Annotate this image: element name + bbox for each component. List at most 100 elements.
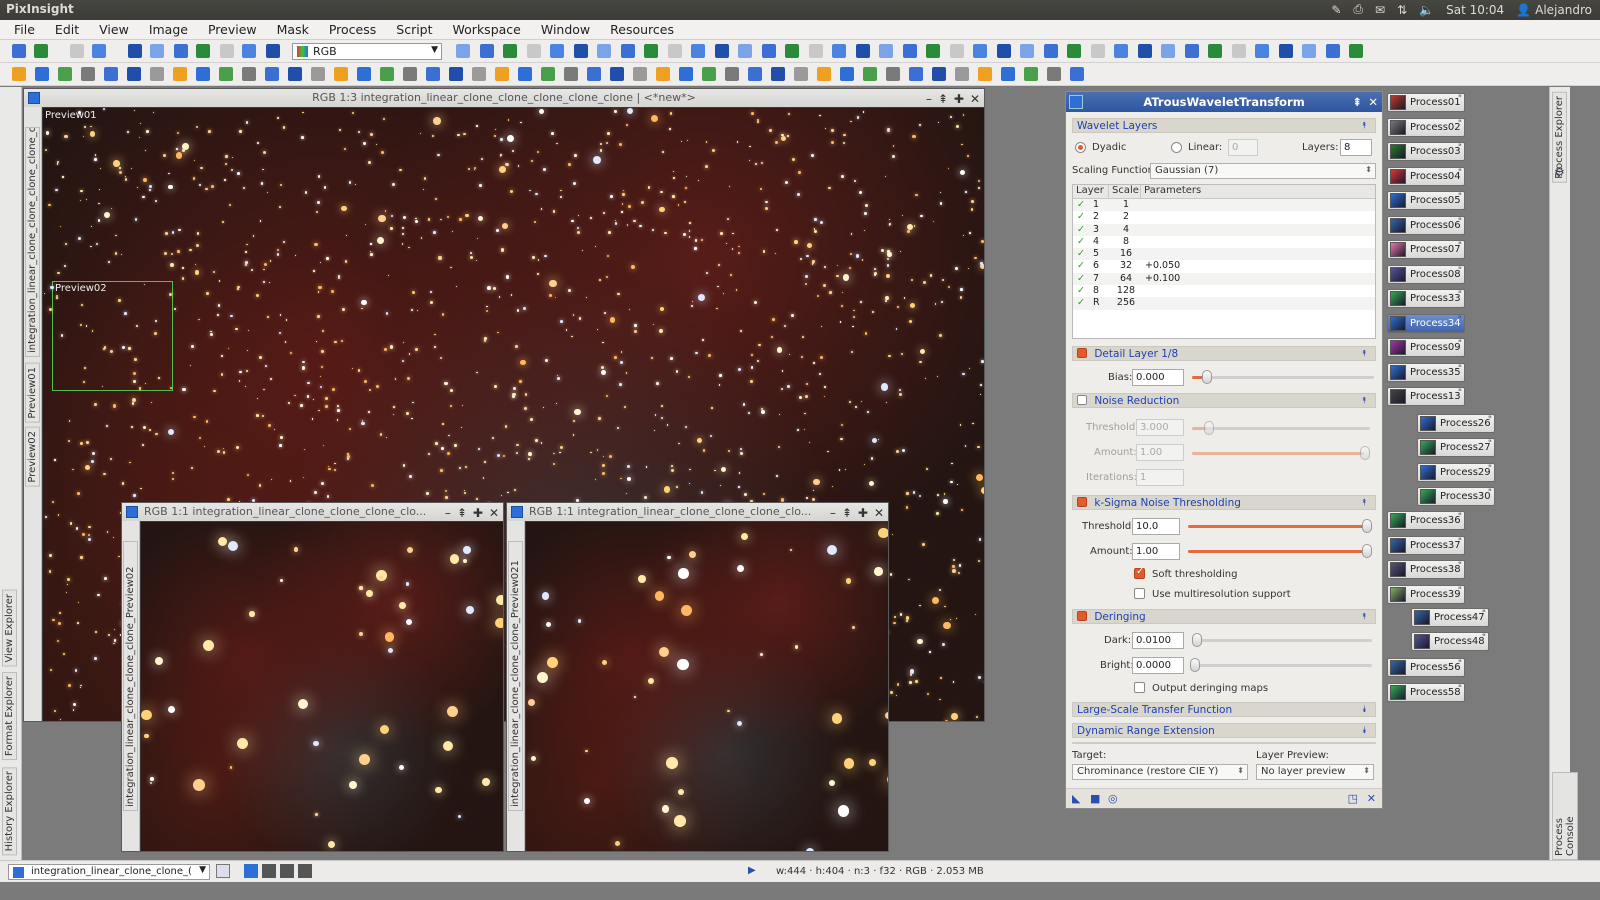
toolbar-tool-icon[interactable] <box>644 44 658 58</box>
nr-threshold-input[interactable]: 3.000 <box>1136 419 1184 436</box>
toolbar-tool-icon[interactable] <box>762 44 776 58</box>
process-icon-process30[interactable]: Process30 " <box>1417 487 1495 506</box>
toolbar-tool-icon[interactable] <box>242 44 256 58</box>
table-row[interactable]: ✓ 7 64 +0.100 <box>1073 272 1375 286</box>
preview-icon[interactable]: ◳ <box>1348 792 1358 805</box>
linear-radio[interactable] <box>1171 142 1182 153</box>
bias-slider-track[interactable] <box>1206 376 1374 379</box>
toolbar-tool-icon[interactable] <box>1326 44 1340 58</box>
collapse-icon[interactable]: ⯭ <box>1362 119 1367 134</box>
toolbar-tool-icon[interactable] <box>738 44 752 58</box>
main-window-titlebar[interactable]: RGB 1:3 integration_linear_clone_clone_c… <box>24 89 984 107</box>
toolbar-tool-icon[interactable] <box>128 44 142 58</box>
new-instance-icon[interactable]: ◣ <box>1072 792 1080 805</box>
layer-enabled-check-icon[interactable]: ✓ <box>1073 248 1093 260</box>
toolbar-tool-icon[interactable] <box>587 67 601 81</box>
toolbar-tool-icon[interactable] <box>1185 44 1199 58</box>
table-row[interactable]: ✓ 3 4 <box>1073 223 1375 236</box>
collapse-icon[interactable]: ⯭ <box>1362 610 1367 625</box>
dark-slider-handle[interactable] <box>1192 633 1202 647</box>
channel-r-button[interactable] <box>262 864 276 878</box>
toolbar-tool-icon[interactable] <box>748 67 762 81</box>
volume-icon[interactable]: 🔈 <box>1419 3 1434 17</box>
toolbar-tool-icon[interactable] <box>610 67 624 81</box>
toolbar-tool-icon[interactable] <box>472 67 486 81</box>
toolbar-tool-icon[interactable] <box>909 67 923 81</box>
layer-enabled-check-icon[interactable]: ✓ <box>1073 260 1093 272</box>
process-icon-process07[interactable]: Process07 " <box>1387 240 1465 259</box>
process-icon-process36[interactable]: Process36 " <box>1387 511 1465 530</box>
toolbar-tool-icon[interactable] <box>1161 44 1175 58</box>
process-icon-process58[interactable]: Process58 " <box>1387 683 1465 702</box>
toolbar-tool-icon[interactable] <box>785 44 799 58</box>
toolbar-tool-icon[interactable] <box>955 67 969 81</box>
toolbar-tool-icon[interactable] <box>1070 67 1084 81</box>
layer-enabled-check-icon[interactable]: ✓ <box>1073 297 1093 309</box>
mail-icon[interactable]: ✉ <box>1375 3 1385 17</box>
toolbar-tool-icon[interactable] <box>541 67 555 81</box>
layer-enabled-check-icon[interactable]: ✓ <box>1073 236 1093 248</box>
toolbar-tool-icon[interactable] <box>219 67 233 81</box>
user-name[interactable]: Alejandro <box>1535 3 1592 17</box>
process-icon-process48[interactable]: Process48 " <box>1411 632 1489 651</box>
table-row[interactable]: ✓ 8 128 <box>1073 285 1375 297</box>
toolbar-tool-icon[interactable] <box>242 67 256 81</box>
table-row[interactable]: ✓ 4 8 <box>1073 236 1375 248</box>
layer-enabled-check-icon[interactable]: ✓ <box>1073 211 1093 223</box>
printer-icon[interactable]: ⎙ <box>1353 2 1363 17</box>
layer-preview-select[interactable]: No layer preview <box>1256 764 1374 780</box>
preview-window-2-titlebar[interactable]: RGB 1:1 integration_linear_clone_clone_c… <box>507 503 888 521</box>
toolbar-tool-icon[interactable] <box>527 44 541 58</box>
toolbar-tool-icon[interactable] <box>550 44 564 58</box>
toolbar-tool-icon[interactable] <box>1024 67 1038 81</box>
output-deringing-maps-checkbox[interactable] <box>1134 682 1145 693</box>
toolbar-tool-icon[interactable] <box>480 44 494 58</box>
toolbar-tool-icon[interactable] <box>127 67 141 81</box>
section-dre[interactable]: Dynamic Range Extension ⯯ <box>1072 723 1376 738</box>
tab-preview02[interactable]: Preview02 <box>25 427 40 487</box>
dark-input[interactable]: 0.0100 <box>1132 632 1184 649</box>
toolbar-tool-icon[interactable] <box>1001 67 1015 81</box>
layer-enabled-check-icon[interactable]: ✓ <box>1073 224 1093 236</box>
process-icon-process05[interactable]: Process05 " <box>1387 191 1465 210</box>
collapse-icon[interactable]: ⯭ <box>1362 347 1367 362</box>
shade-icon[interactable]: ⇞ <box>938 90 948 108</box>
section-lstf[interactable]: Large-Scale Transfer Function ⯯ <box>1072 702 1376 717</box>
tab-main-view[interactable]: integration_linear_clone_clone_clone_clo… <box>25 127 40 357</box>
edit-icon[interactable]: ✎ <box>1331 3 1341 17</box>
expand-icon[interactable]: ⯯ <box>1362 724 1367 739</box>
process-icon-process02[interactable]: Process02 " <box>1387 118 1465 137</box>
reset-icon[interactable]: ✕ <box>1367 792 1376 805</box>
toolbar-tool-icon[interactable] <box>92 44 106 58</box>
section-wavelet-layers[interactable]: Wavelet Layers ⯭ <box>1072 118 1376 133</box>
process-icon-process09[interactable]: Process09 " <box>1387 338 1465 357</box>
maximize-icon[interactable]: ✚ <box>954 90 964 108</box>
preview-window-2[interactable]: RGB 1:1 integration_linear_clone_clone_c… <box>506 502 889 852</box>
toolbar-tool-icon[interactable] <box>633 67 647 81</box>
maximize-icon[interactable]: ✚ <box>858 504 868 522</box>
toolbar-tool-icon[interactable] <box>725 67 739 81</box>
toolbar-tool-icon[interactable] <box>34 44 48 58</box>
toolbar-tool-icon[interactable] <box>817 67 831 81</box>
toolbar-tool-icon[interactable] <box>715 44 729 58</box>
format-explorer-tab[interactable]: Format Explorer <box>2 672 17 761</box>
preview-2-canvas[interactable] <box>526 522 888 851</box>
toolbar-tool-icon[interactable] <box>173 67 187 81</box>
bright-input[interactable]: 0.0000 <box>1132 657 1184 674</box>
menu-preview[interactable]: Preview <box>208 20 257 39</box>
toolbar-tool-icon[interactable] <box>621 44 635 58</box>
col-scale[interactable]: Scale <box>1109 185 1141 198</box>
soft-thresholding-checkbox[interactable] <box>1134 566 1145 579</box>
section-deringing[interactable]: Deringing ⯭ <box>1072 609 1376 624</box>
apply-global-icon[interactable]: ◎ <box>1108 792 1118 805</box>
bias-slider-handle[interactable] <box>1202 370 1212 384</box>
dark-slider-track[interactable] <box>1192 639 1372 642</box>
collapse-icon[interactable]: ⯭ <box>1362 394 1367 409</box>
process-icon-process06[interactable]: Process06 " <box>1387 216 1465 235</box>
toolbar-tool-icon[interactable] <box>856 44 870 58</box>
detail-layer-checkbox[interactable] <box>1077 348 1087 358</box>
layer-enabled-check-icon[interactable]: ✓ <box>1073 273 1093 285</box>
process-console-tab[interactable]: Process Console <box>1552 772 1578 860</box>
layer-enabled-check-icon[interactable]: ✓ <box>1073 285 1093 297</box>
linear-spin[interactable]: 0 <box>1228 139 1258 156</box>
